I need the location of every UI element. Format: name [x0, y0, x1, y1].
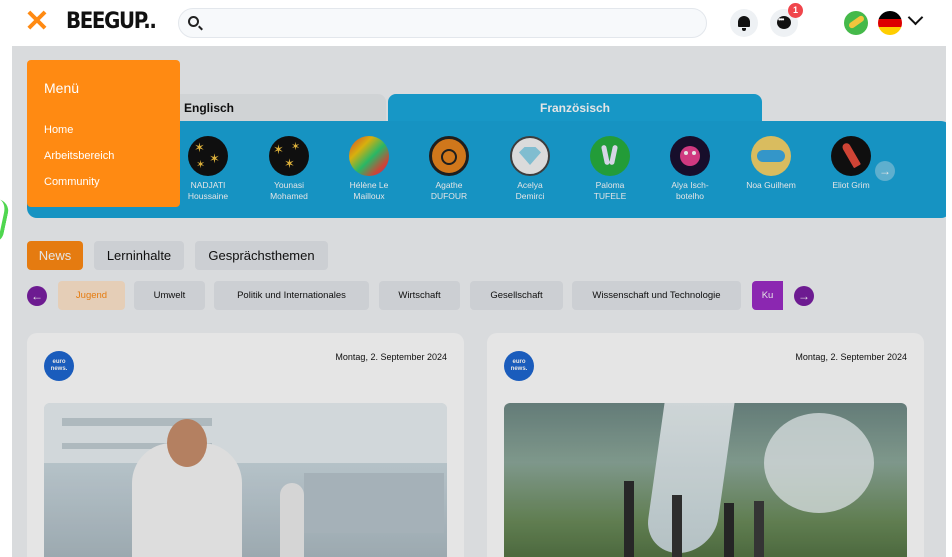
tutor-card[interactable]: Eliot Grim — [816, 136, 886, 191]
tutor-last-name: DUFOUR — [430, 191, 468, 201]
news-card[interactable]: euro news. Montag, 2. September 2024 — [487, 333, 924, 557]
category-next-arrow-icon[interactable]: → — [794, 286, 814, 306]
euronews-logo: euro news. — [44, 351, 74, 381]
tutor-card[interactable]: ✶ ✶ ✶ Younasi Mohamed — [254, 136, 324, 202]
left-edge — [0, 0, 12, 557]
chat-icon — [777, 15, 791, 29]
tab-englisch[interactable]: Englisch — [164, 94, 386, 122]
news-image[interactable] — [44, 403, 447, 557]
tutor-avatar: ✶ ✶ ✶ — [269, 136, 309, 176]
app-logo[interactable]: BEEGUP.. — [66, 9, 157, 34]
category-prev-arrow-icon[interactable]: ← — [27, 286, 47, 306]
tutor-last-name: Houssaine — [187, 191, 229, 201]
tutor-last-name: Mailloux — [353, 191, 385, 201]
chevron-down-icon[interactable] — [907, 9, 924, 26]
bell-icon — [738, 16, 750, 31]
close-menu-icon[interactable]: ✕ — [24, 7, 50, 37]
tutor-first-name: Acelya — [517, 180, 543, 190]
search-bar[interactable] — [178, 8, 707, 38]
tutor-first-name: Alya Isch- — [671, 180, 709, 190]
tutor-avatar — [831, 136, 871, 176]
tutor-first-name: Paloma — [595, 180, 625, 190]
search-input[interactable] — [207, 13, 697, 33]
tutor-card[interactable]: Agathe DUFOUR — [414, 136, 484, 202]
messages-badge: 1 — [788, 3, 803, 18]
news-card[interactable]: euro news. Montag, 2. September 2024 — [27, 333, 464, 557]
tutor-avatar — [429, 136, 469, 176]
tutor-first-name: NADJATI — [190, 180, 226, 190]
top-bar: ✕ BEEGUP.. 1 — [12, 0, 946, 46]
news-date: Montag, 2. September 2024 — [795, 352, 907, 362]
tutor-first-name: Eliot Grim — [832, 180, 870, 190]
tutor-last-name: Mohamed — [270, 191, 308, 201]
tutor-card[interactable]: Alya Isch- botelho — [655, 136, 725, 202]
tutor-first-name: Hélène Le — [349, 180, 389, 190]
tutor-card[interactable]: Acelya Demirci — [495, 136, 565, 202]
news-date: Montag, 2. September 2024 — [335, 352, 447, 362]
menu-item-community[interactable]: Community — [44, 176, 100, 188]
tutor-avatar — [349, 136, 389, 176]
tutor-card[interactable]: Paloma TUFELE — [575, 136, 645, 202]
tab-lerninhalte[interactable]: Lerninhalte — [94, 241, 184, 270]
carousel-next-arrow-icon[interactable]: → — [875, 161, 895, 181]
tutor-last-name: botelho — [676, 191, 704, 201]
german-flag-icon[interactable] — [878, 11, 902, 35]
category-jugend[interactable]: Jugend — [58, 281, 125, 310]
tutor-first-name: Younasi — [274, 180, 304, 190]
tutor-avatar — [510, 136, 550, 176]
tab-news[interactable]: News — [27, 241, 83, 270]
category-umwelt[interactable]: Umwelt — [134, 281, 205, 310]
category-wissenschaft[interactable]: Wissenschaft und Technologie — [572, 281, 741, 310]
news-image[interactable] — [504, 403, 907, 557]
category-politik[interactable]: Politik und Internationales — [214, 281, 369, 310]
user-avatar[interactable] — [844, 11, 868, 35]
tab-gespraechsthemen[interactable]: Gesprächsthemen — [195, 241, 328, 270]
tutor-card[interactable]: ✶ ✶ ✶ NADJATI Houssaine — [173, 136, 243, 202]
menu-item-home[interactable]: Home — [44, 124, 73, 136]
tutor-avatar — [590, 136, 630, 176]
tutor-first-name: Agathe — [435, 180, 463, 190]
menu-item-arbeitsbereich[interactable]: Arbeitsbereich — [44, 150, 114, 162]
tutor-avatar: ✶ ✶ ✶ — [188, 136, 228, 176]
euronews-logo: euro news. — [504, 351, 534, 381]
tutor-first-name: Noa Guilhem — [746, 180, 796, 190]
tutor-card[interactable]: Hélène Le Mailloux — [334, 136, 404, 202]
search-icon — [188, 16, 199, 27]
tab-franzoesisch[interactable]: Französisch — [388, 94, 762, 122]
tutor-avatar — [670, 136, 710, 176]
tutor-avatar — [751, 136, 791, 176]
tutor-last-name: Demirci — [515, 191, 545, 201]
decorative-mark — [0, 199, 11, 245]
category-wirtschaft[interactable]: Wirtschaft — [379, 281, 460, 310]
category-gesellschaft[interactable]: Gesellschaft — [470, 281, 563, 310]
menu-title: Menü — [44, 80, 80, 96]
tutor-last-name: TUFELE — [593, 191, 627, 201]
notifications-button[interactable] — [730, 9, 758, 37]
tutor-card[interactable]: Noa Guilhem — [736, 136, 806, 191]
category-kultur[interactable]: Ku — [752, 281, 783, 310]
main-menu: Menü Home Arbeitsbereich Community — [27, 60, 180, 207]
